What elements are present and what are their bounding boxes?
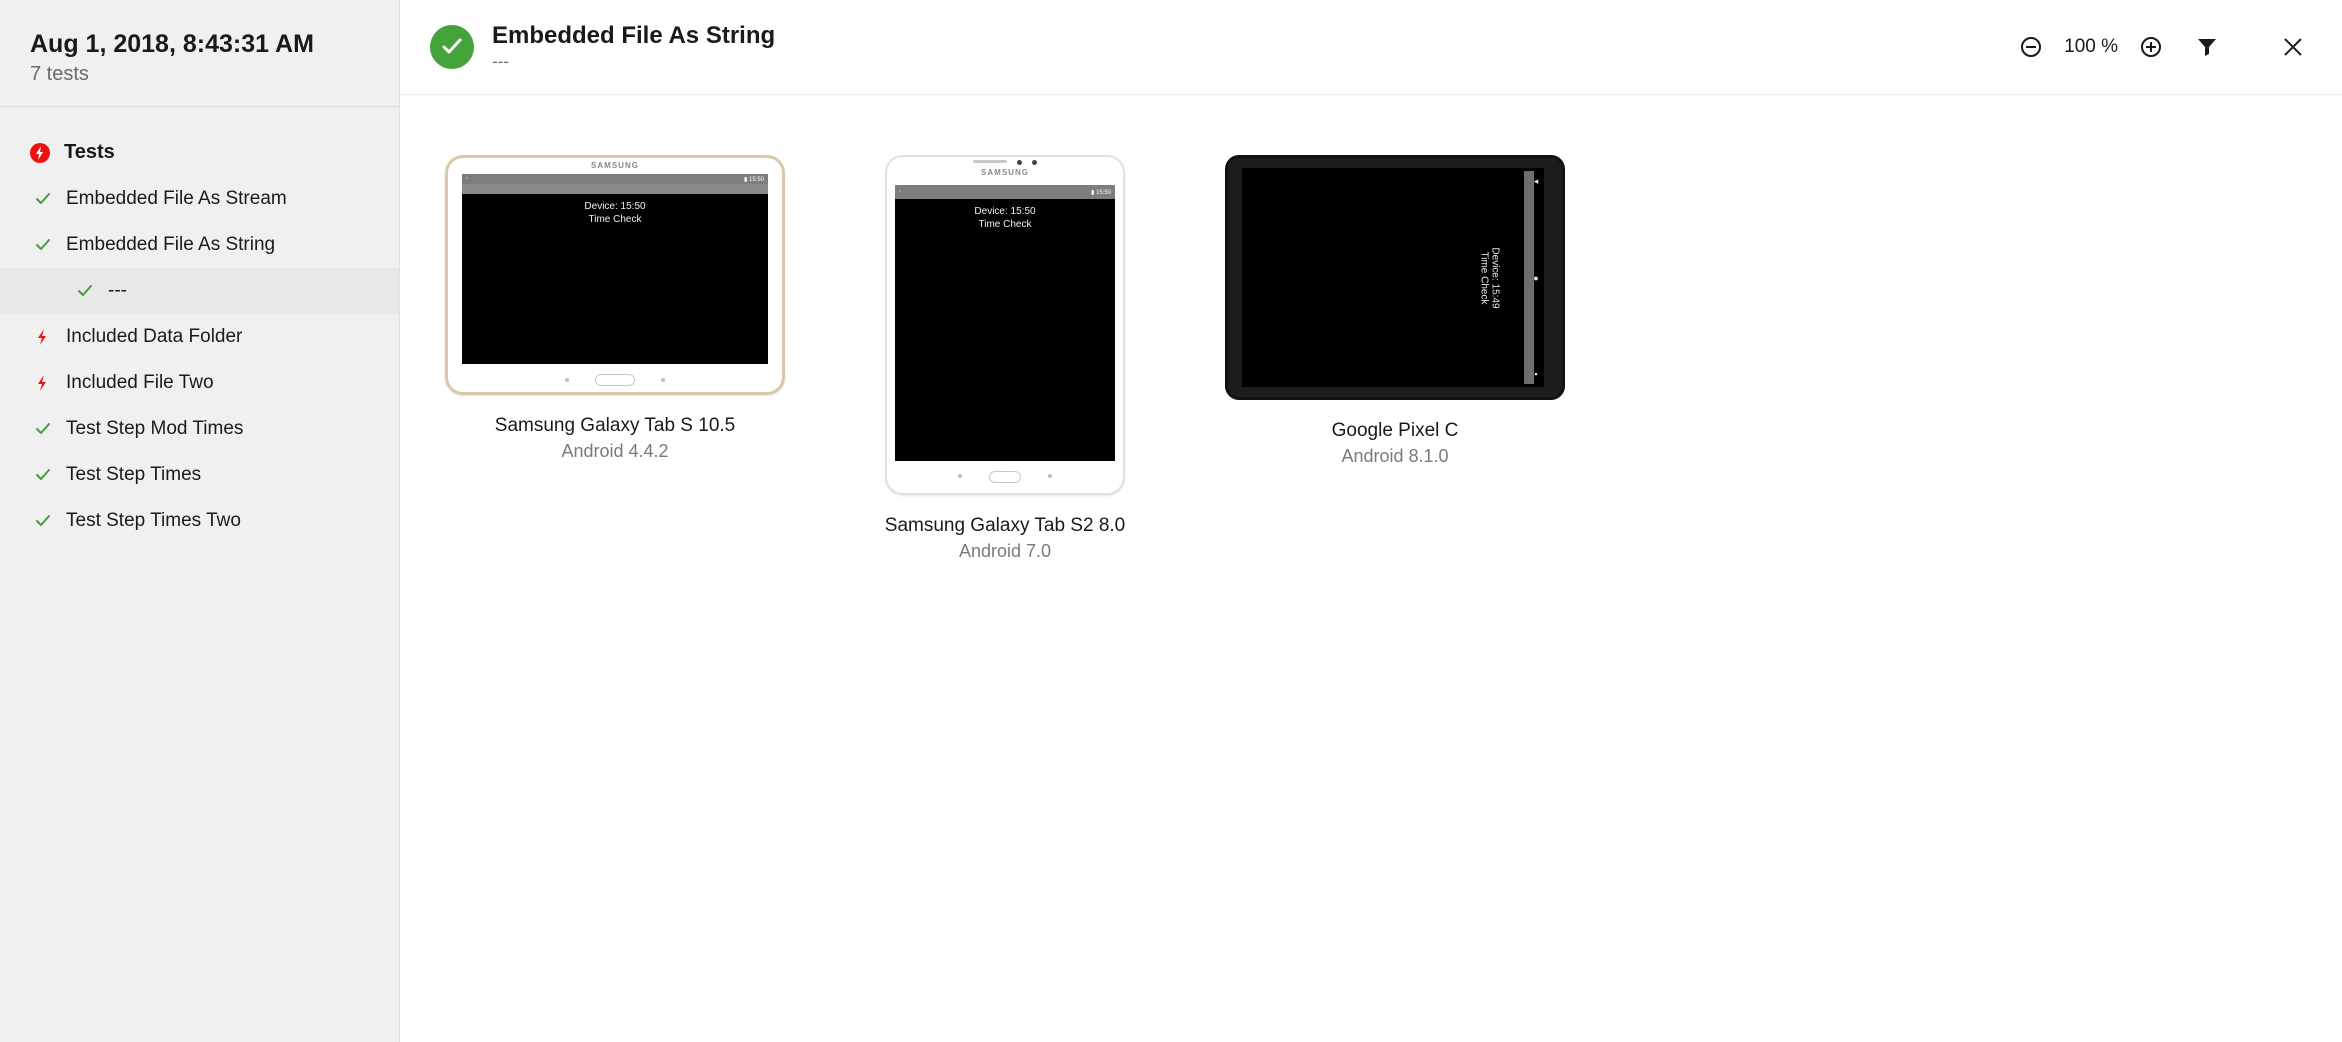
page-subtitle: --- — [492, 52, 775, 72]
bolt-icon — [34, 328, 52, 346]
sidebar-item-label: --- — [108, 280, 127, 302]
bolt-icon — [34, 374, 52, 392]
device-brand: SAMSUNG — [448, 158, 782, 172]
screen-line-2: Time Check — [895, 218, 1115, 231]
tests-group-header[interactable]: Tests — [0, 129, 399, 176]
sidebar-item-test-step-times-two[interactable]: Test Step Times Two — [0, 498, 399, 544]
device-screen-text: Device: 15:49 Time Check — [1478, 247, 1500, 308]
tests-group-label: Tests — [64, 141, 115, 164]
main-header: Embedded File As String --- 100 % — [400, 0, 2342, 95]
main: Embedded File As String --- 100 % SAMSUN… — [400, 0, 2342, 1042]
check-icon — [34, 420, 52, 438]
nav-dot-icon — [565, 378, 569, 382]
home-button-icon — [989, 471, 1021, 483]
sidebar-item-label: Test Step Times — [66, 464, 201, 486]
android-status-bar: ◦▮ 15:50 — [895, 185, 1115, 199]
device-screen: Device: 15:49 Time Check ◂ ● ▪ — [1242, 168, 1544, 387]
sidebar-item-label: Test Step Mod Times — [66, 418, 243, 440]
sidebar-item-label: Embedded File As Stream — [66, 188, 287, 210]
sidebar-subitem-dashes[interactable]: --- — [0, 268, 399, 314]
sidebar-item-label: Test Step Times Two — [66, 510, 241, 532]
sidebar-item-embedded-file-as-stream[interactable]: Embedded File As Stream — [0, 176, 399, 222]
zoom-controls: 100 % — [2018, 34, 2306, 60]
device-mock-portrait: SAMSUNG ◦▮ 15:50 Device: 15:50 Time Chec… — [885, 155, 1125, 495]
sidebar-item-label: Embedded File As String — [66, 234, 275, 256]
device-card[interactable]: SAMSUNG ◦▮ 15:50 Device: 15:50 Time Chec… — [440, 155, 790, 462]
device-mock-dark: Device: 15:49 Time Check ◂ ● ▪ — [1225, 155, 1565, 400]
android-status-bar: ◦▮ 15:50 — [462, 174, 768, 184]
device-sensors — [887, 157, 1123, 165]
check-icon — [34, 190, 52, 208]
test-list: Tests Embedded File As Stream Embedded F… — [0, 107, 399, 554]
check-icon — [34, 512, 52, 530]
device-name: Samsung Galaxy Tab S2 8.0 — [885, 515, 1125, 537]
device-mock-landscape: SAMSUNG ◦▮ 15:50 Device: 15:50 Time Chec… — [445, 155, 785, 395]
close-button[interactable] — [2280, 34, 2306, 60]
nav-recent-icon: ▪ — [1534, 369, 1537, 379]
check-icon — [34, 466, 52, 484]
sidebar-header: Aug 1, 2018, 8:43:31 AM 7 tests — [0, 0, 399, 106]
check-icon — [76, 282, 94, 300]
device-brand: SAMSUNG — [887, 165, 1123, 179]
screen-line-1: Device: 15:50 — [462, 200, 768, 213]
zoom-in-button[interactable] — [2138, 34, 2164, 60]
page-title: Embedded File As String — [492, 22, 775, 50]
device-os: Android 7.0 — [959, 541, 1051, 562]
zoom-level: 100 % — [2064, 36, 2118, 58]
screen-line-1: Device: 15:49 — [1489, 247, 1500, 308]
screen-line-2: Time Check — [1478, 247, 1489, 308]
sidebar: Aug 1, 2018, 8:43:31 AM 7 tests Tests Em… — [0, 0, 400, 1042]
sidebar-item-label: Included Data Folder — [66, 326, 242, 348]
device-screen: ◦▮ 15:50 Device: 15:50 Time Check — [462, 174, 768, 364]
home-button-icon — [595, 374, 635, 386]
device-os: Android 8.1.0 — [1341, 446, 1448, 467]
screen-line-2: Time Check — [462, 213, 768, 226]
device-screen-text: Device: 15:50 Time Check — [895, 199, 1115, 231]
sidebar-item-embedded-file-as-string[interactable]: Embedded File As String — [0, 222, 399, 268]
bolt-circle-icon — [30, 143, 50, 163]
nav-back-icon: ◂ — [1534, 176, 1539, 187]
header-titles: Embedded File As String --- — [492, 22, 775, 72]
check-icon — [34, 236, 52, 254]
filter-button[interactable] — [2194, 34, 2220, 60]
sidebar-item-test-step-mod-times[interactable]: Test Step Mod Times — [0, 406, 399, 452]
sidebar-item-test-step-times[interactable]: Test Step Times — [0, 452, 399, 498]
sidebar-item-included-file-two[interactable]: Included File Two — [0, 360, 399, 406]
nav-dot-icon — [958, 474, 962, 478]
nav-home-icon: ● — [1533, 273, 1538, 283]
device-name: Google Pixel C — [1332, 420, 1459, 442]
status-pass-icon — [430, 25, 474, 69]
device-screen: ◦▮ 15:50 Device: 15:50 Time Check — [895, 185, 1115, 461]
device-name: Samsung Galaxy Tab S 10.5 — [495, 415, 735, 437]
zoom-out-button[interactable] — [2018, 34, 2044, 60]
run-timestamp: Aug 1, 2018, 8:43:31 AM — [30, 30, 369, 59]
nav-dot-icon — [1048, 474, 1052, 478]
device-screen-text: Device: 15:50 Time Check — [462, 194, 768, 226]
device-os: Android 4.4.2 — [561, 441, 668, 462]
screen-line-1: Device: 15:50 — [895, 205, 1115, 218]
sidebar-item-included-data-folder[interactable]: Included Data Folder — [0, 314, 399, 360]
android-nav-bar: ◂ ● ▪ — [1531, 176, 1541, 379]
device-card[interactable]: SAMSUNG ◦▮ 15:50 Device: 15:50 Time Chec… — [830, 155, 1180, 562]
app-title-bar — [462, 184, 768, 194]
device-card[interactable]: Device: 15:49 Time Check ◂ ● ▪ Google Pi… — [1220, 155, 1570, 467]
sidebar-item-label: Included File Two — [66, 372, 214, 394]
nav-dot-icon — [661, 378, 665, 382]
devices-grid: SAMSUNG ◦▮ 15:50 Device: 15:50 Time Chec… — [400, 95, 2342, 1042]
run-test-count: 7 tests — [30, 63, 369, 86]
